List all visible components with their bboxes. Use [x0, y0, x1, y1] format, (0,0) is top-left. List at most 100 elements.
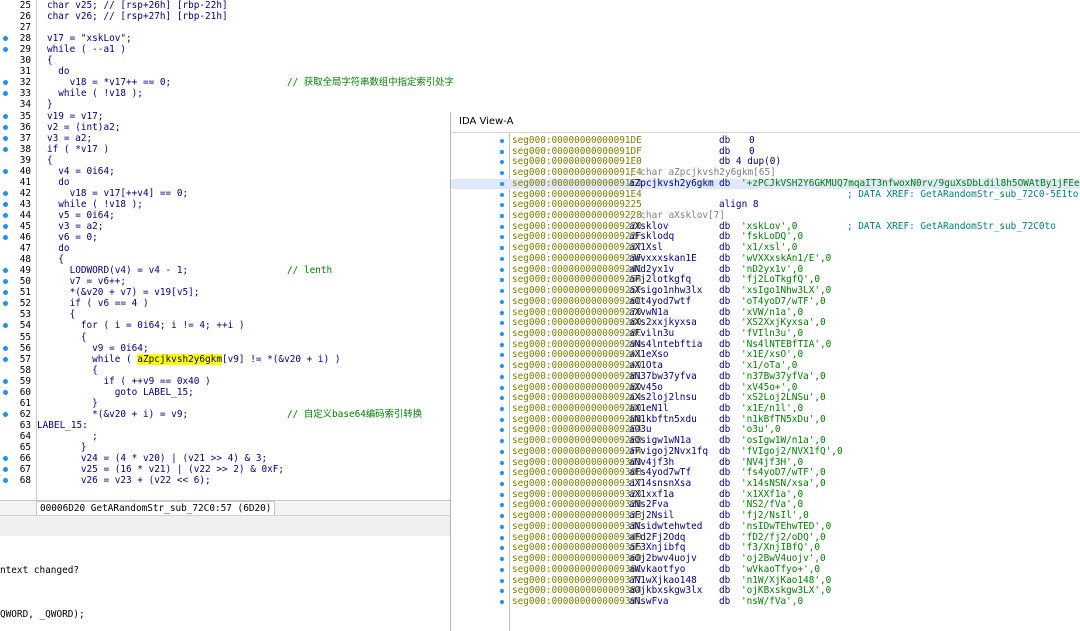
breakpoint-marker[interactable] [3, 168, 8, 174]
breakpoint-marker[interactable] [3, 36, 8, 42]
output-window[interactable]: ntext changed? QWORD, _QWORD); [0, 536, 453, 631]
listing-line[interactable]: seg000:000000000000923F aWvxxxskan1E db 'wV… [451, 253, 1080, 265]
code-line[interactable]: 49 LODWORD(v4) = v4 - 1; // lenth [0, 265, 453, 276]
breakpoint-marker[interactable] [500, 267, 504, 272]
code-line[interactable]: 36 v2 = (int)a2; [0, 122, 453, 133]
code-line[interactable]: 39 { [0, 155, 453, 166]
code-line[interactable]: 27 [0, 22, 453, 33]
listing-line[interactable]: seg000:000000000000936C aWvkaotfyo db 'wVka… [451, 564, 1080, 576]
code-line[interactable]: 55 { [0, 332, 453, 343]
ida-disassembly[interactable]: seg000:00000000000091DE db 0 seg000:0000000… [451, 133, 1080, 631]
breakpoint-marker[interactable] [500, 278, 504, 283]
listing-line[interactable]: seg000:00000000000091E4 aZpcjkvsh2y6gkm db… [451, 178, 1080, 190]
listing-label[interactable]: aX1eN1l [629, 403, 669, 415]
breakpoint-marker[interactable] [500, 364, 504, 369]
code-line[interactable]: 66 v24 = (4 * v20) | (v21 >> 4) & 3; [0, 453, 453, 464]
pseudocode-pane[interactable]: 25 char v25; // [rsp+26h] [rbp-22h] 26 char… [0, 0, 453, 500]
code-line[interactable]: 65 } [0, 442, 453, 453]
breakpoint-marker[interactable] [500, 514, 504, 519]
breakpoint-marker[interactable] [500, 246, 504, 251]
breakpoint-marker[interactable] [3, 356, 8, 362]
breakpoint-marker[interactable] [500, 374, 504, 379]
breakpoint-marker[interactable] [500, 353, 504, 358]
listing-xref[interactable]: ; DATA XREF: GetARandomStr_sub_72C0to [847, 221, 1056, 233]
breakpoint-marker[interactable] [500, 535, 504, 540]
breakpoint-marker[interactable] [500, 342, 504, 347]
listing-label[interactable]: aOt4yod7wtf [629, 296, 691, 308]
breakpoint-marker[interactable] [3, 135, 8, 141]
listing-line[interactable]: seg000:000000000000933C aNsidwtehwted db 'n… [451, 521, 1080, 533]
breakpoint-marker[interactable] [500, 567, 504, 572]
breakpoint-marker[interactable] [500, 557, 504, 562]
ida-view-window[interactable]: IDA View-A seg000:00000000000091DE db 0 seg… [450, 112, 1080, 631]
code-line[interactable]: 59 if ( ++v9 == 0x40 ) [0, 376, 453, 387]
pane-splitter[interactable] [0, 515, 453, 537]
breakpoint-marker[interactable] [500, 192, 504, 197]
code-line[interactable]: 25 char v25; // [rsp+26h] [rbp-22h] [0, 0, 453, 11]
breakpoint-marker[interactable] [500, 482, 504, 487]
breakpoint-marker[interactable] [3, 467, 8, 473]
breakpoint-marker[interactable] [500, 224, 504, 229]
code-line[interactable]: 62 *(&v20 + i) = v9; // 自定义base64编码索引转换 [0, 409, 453, 420]
code-line[interactable]: 56 v9 = 0i64; [0, 343, 453, 354]
breakpoint-marker[interactable] [500, 331, 504, 336]
breakpoint-marker[interactable] [3, 301, 8, 307]
breakpoint-marker[interactable] [500, 385, 504, 390]
breakpoint-marker[interactable] [500, 524, 504, 529]
code-line[interactable]: 67 v25 = (16 * v21) | (v22 >> 2) & 0xF; [0, 464, 453, 475]
breakpoint-marker[interactable] [500, 546, 504, 551]
code-line[interactable]: 57 while ( aZpcjkvsh2y6gkm[v9] != *(&v20… [0, 353, 453, 365]
breakpoint-marker[interactable] [3, 201, 8, 207]
breakpoint-marker[interactable] [500, 492, 504, 497]
breakpoint-marker[interactable] [3, 389, 8, 395]
code-line[interactable]: 51 *(&v20 + v7) = v19[v5]; [0, 287, 453, 298]
listing-label[interactable]: aNsidwtehwted [629, 521, 702, 533]
code-line[interactable]: 33 while ( !v18 ); [0, 88, 453, 99]
code-line[interactable]: 34} [0, 99, 453, 110]
code-line[interactable]: 32 v18 = *v17++ == 0; // 获取全局字符串数组中指定索引处字… [0, 77, 453, 88]
listing-label[interactable]: aN37bw37yfva [629, 371, 697, 383]
breakpoint-marker[interactable] [3, 212, 8, 218]
breakpoint-marker[interactable] [500, 471, 504, 476]
listing-label[interactable]: aWvkaotfyo [629, 564, 685, 576]
breakpoint-marker[interactable] [500, 203, 504, 208]
breakpoint-marker[interactable] [500, 171, 504, 176]
code-line[interactable]: 43 while ( !v18 ); [0, 199, 453, 210]
listing-label[interactable]: aFvigoj2Nvx1fq [629, 446, 708, 458]
code-line[interactable]: 64 ; [0, 431, 453, 442]
breakpoint-marker[interactable] [500, 503, 504, 508]
breakpoint-marker[interactable] [3, 323, 8, 329]
breakpoint-marker[interactable] [3, 268, 8, 274]
breakpoint-marker[interactable] [500, 417, 504, 422]
breakpoint-marker[interactable] [500, 578, 504, 583]
breakpoint-marker[interactable] [3, 345, 8, 351]
code-line[interactable]: 44 v5 = 0i64; [0, 210, 453, 221]
breakpoint-marker[interactable] [3, 378, 8, 384]
breakpoint-marker[interactable] [3, 146, 8, 152]
breakpoint-marker[interactable] [500, 407, 504, 411]
breakpoint-marker[interactable] [3, 478, 8, 484]
code-line[interactable]: 50 v7 = v6++; [0, 276, 453, 287]
code-line[interactable]: 52 if ( v6 == 4 ) [0, 298, 453, 309]
breakpoint-marker[interactable] [500, 214, 504, 219]
ida-view-tab[interactable]: IDA View-A [451, 112, 1080, 133]
breakpoint-marker[interactable] [500, 589, 504, 594]
breakpoint-marker[interactable] [500, 428, 504, 433]
breakpoint-marker[interactable] [500, 439, 504, 444]
code-line[interactable]: 30 { [0, 55, 453, 66]
code-line[interactable]: 29 while ( --a1 ) [0, 44, 453, 55]
breakpoint-marker[interactable] [500, 139, 504, 143]
listing-label[interactable]: aFviln3u [629, 328, 674, 340]
breakpoint-marker[interactable] [500, 599, 504, 604]
listing-line[interactable]: seg000:00000000000091DE db 0 [451, 135, 1080, 147]
listing-line[interactable]: seg000:00000000000092D0 aX1eN1l db 'x1E/n1l… [451, 403, 1080, 415]
breakpoint-marker[interactable] [3, 290, 8, 296]
breakpoint-marker[interactable] [500, 321, 504, 326]
listing-line[interactable]: seg000:00000000000092F4 aFvigoj2Nvx1fq db '… [451, 446, 1080, 458]
code-line[interactable]: 38 if ( *v17 ) [0, 144, 453, 155]
code-line[interactable]: 37 v3 = a2; [0, 133, 453, 144]
code-line[interactable]: 45 v3 = a2; [0, 221, 453, 232]
breakpoint-marker[interactable] [3, 47, 8, 53]
breakpoint-marker[interactable] [500, 299, 504, 304]
code-line[interactable]: 46 v6 = 0; [0, 232, 453, 243]
